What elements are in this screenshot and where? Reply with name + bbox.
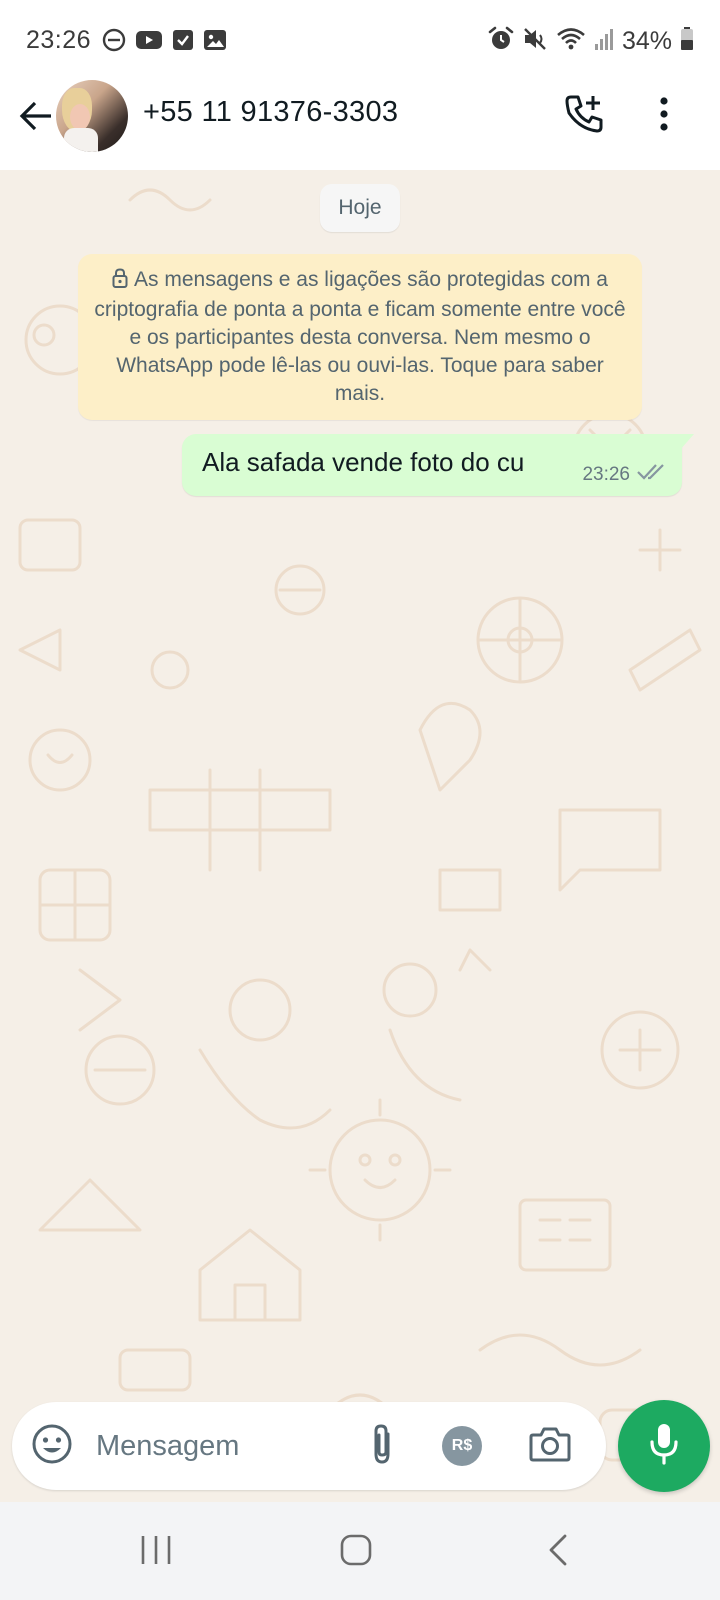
more-vert-icon [659,96,669,137]
encryption-notice-text: As mensagens e as ligações são protegida… [94,268,626,405]
avatar[interactable] [56,80,128,152]
recent-apps-icon [139,1534,173,1571]
contact-name[interactable]: +55 11 91376-3303 [143,96,398,129]
payment-button[interactable]: R$ [442,1426,482,1466]
attach-button[interactable] [358,1422,406,1470]
camera-button[interactable] [526,1422,574,1470]
double-check-icon [636,462,670,487]
do-not-disturb-icon [102,28,126,57]
checkbox-icon [172,28,194,57]
system-nav-bar [0,1502,720,1600]
alarm-icon [488,26,514,57]
message-meta: 23:26 [582,462,670,487]
payment-icon: R$ [451,1437,473,1454]
emoji-button[interactable] [30,1424,74,1468]
chat-area[interactable]: Hoje As mensagens e as ligações são prot… [0,170,720,1502]
composer-bar: R$ [12,1402,606,1490]
message-input[interactable] [96,1422,346,1470]
menu-button[interactable] [648,92,680,140]
add-call-button[interactable] [560,92,608,140]
status-notification-icons [102,28,227,57]
bubble-tail [680,434,694,450]
back-button[interactable] [14,96,58,140]
back-arrow-icon [18,98,54,139]
home-icon [339,1533,373,1572]
message-time: 23:26 [582,463,630,485]
paperclip-icon [367,1422,397,1471]
gallery-icon [203,28,227,57]
status-system-icons: 34% [488,26,694,57]
battery-icon [680,26,694,57]
nav-back-icon [547,1533,569,1572]
nav-back-button[interactable] [534,1530,582,1574]
wifi-icon [556,26,586,57]
lock-icon [112,268,128,296]
youtube-icon [135,28,163,57]
home-button[interactable] [332,1530,380,1574]
chat-header: +55 11 91376-3303 [0,78,720,170]
mic-button[interactable] [618,1400,710,1492]
emoji-icon [31,1423,73,1470]
recent-apps-button[interactable] [132,1532,180,1572]
mute-icon [522,26,548,57]
signal-icon [594,26,614,57]
status-time: 23:26 [26,26,92,54]
camera-icon [529,1425,571,1468]
mic-icon [648,1422,680,1471]
encryption-notice[interactable]: As mensagens e as ligações são protegida… [78,254,642,420]
add-call-icon [563,93,605,140]
battery-percent: 34% [621,27,672,55]
status-bar: 23:26 34% [0,0,720,78]
date-chip: Hoje [320,184,400,232]
message-text: Ala safada vende foto do cu [202,447,525,477]
message-bubble-outgoing[interactable]: Ala safada vende foto do cu 23:26 [182,434,694,496]
